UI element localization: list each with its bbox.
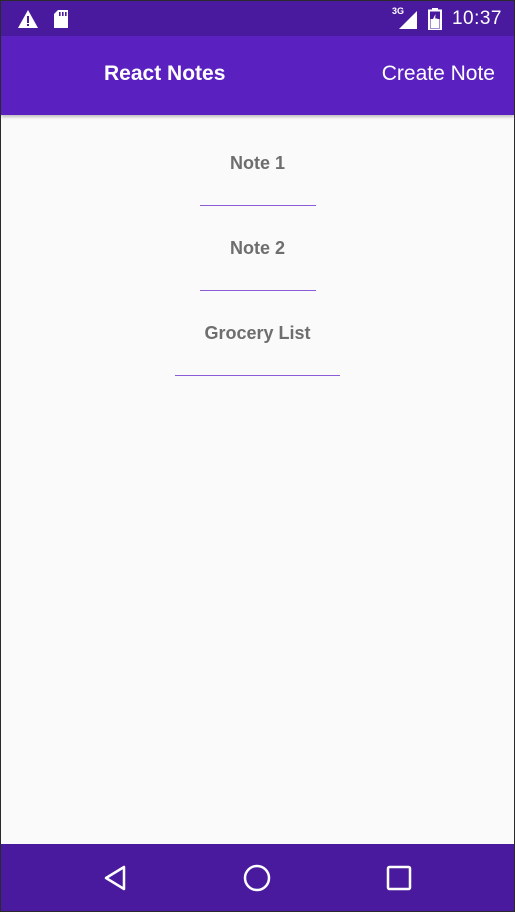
warning-icon: [18, 10, 38, 28]
status-left-icons: [17, 9, 69, 29]
signal-icon: 3G: [392, 6, 418, 29]
app-title: React Notes: [104, 62, 226, 85]
status-right-icons: 3G 10:37: [392, 5, 502, 33]
recents-icon[interactable]: [383, 862, 415, 894]
battery-icon: [427, 8, 442, 30]
navigation-bar: [1, 844, 514, 911]
status-bar: 3G 10:37: [1, 1, 514, 36]
note-item-note-1[interactable]: Note 1: [1, 153, 514, 174]
note-title: Grocery List: [204, 323, 311, 343]
home-icon[interactable]: [241, 862, 273, 894]
app-bar: React Notes Create Note: [1, 36, 514, 115]
back-icon[interactable]: [100, 862, 132, 894]
note-divider: [200, 205, 316, 206]
note-divider: [175, 375, 340, 376]
sd-card-icon: [54, 10, 68, 28]
note-item-note-2[interactable]: Note 2: [1, 238, 514, 259]
create-note-button[interactable]: Create Note: [382, 62, 495, 86]
status-time: 10:37: [451, 8, 502, 29]
note-title: Note 2: [229, 238, 285, 258]
note-title: Note 1: [229, 153, 285, 173]
note-divider: [200, 290, 316, 291]
app-frame: 3G 10:37 React Notes Create Note Note 1 …: [0, 0, 515, 912]
note-item-grocery-list[interactable]: Grocery List: [1, 323, 514, 344]
